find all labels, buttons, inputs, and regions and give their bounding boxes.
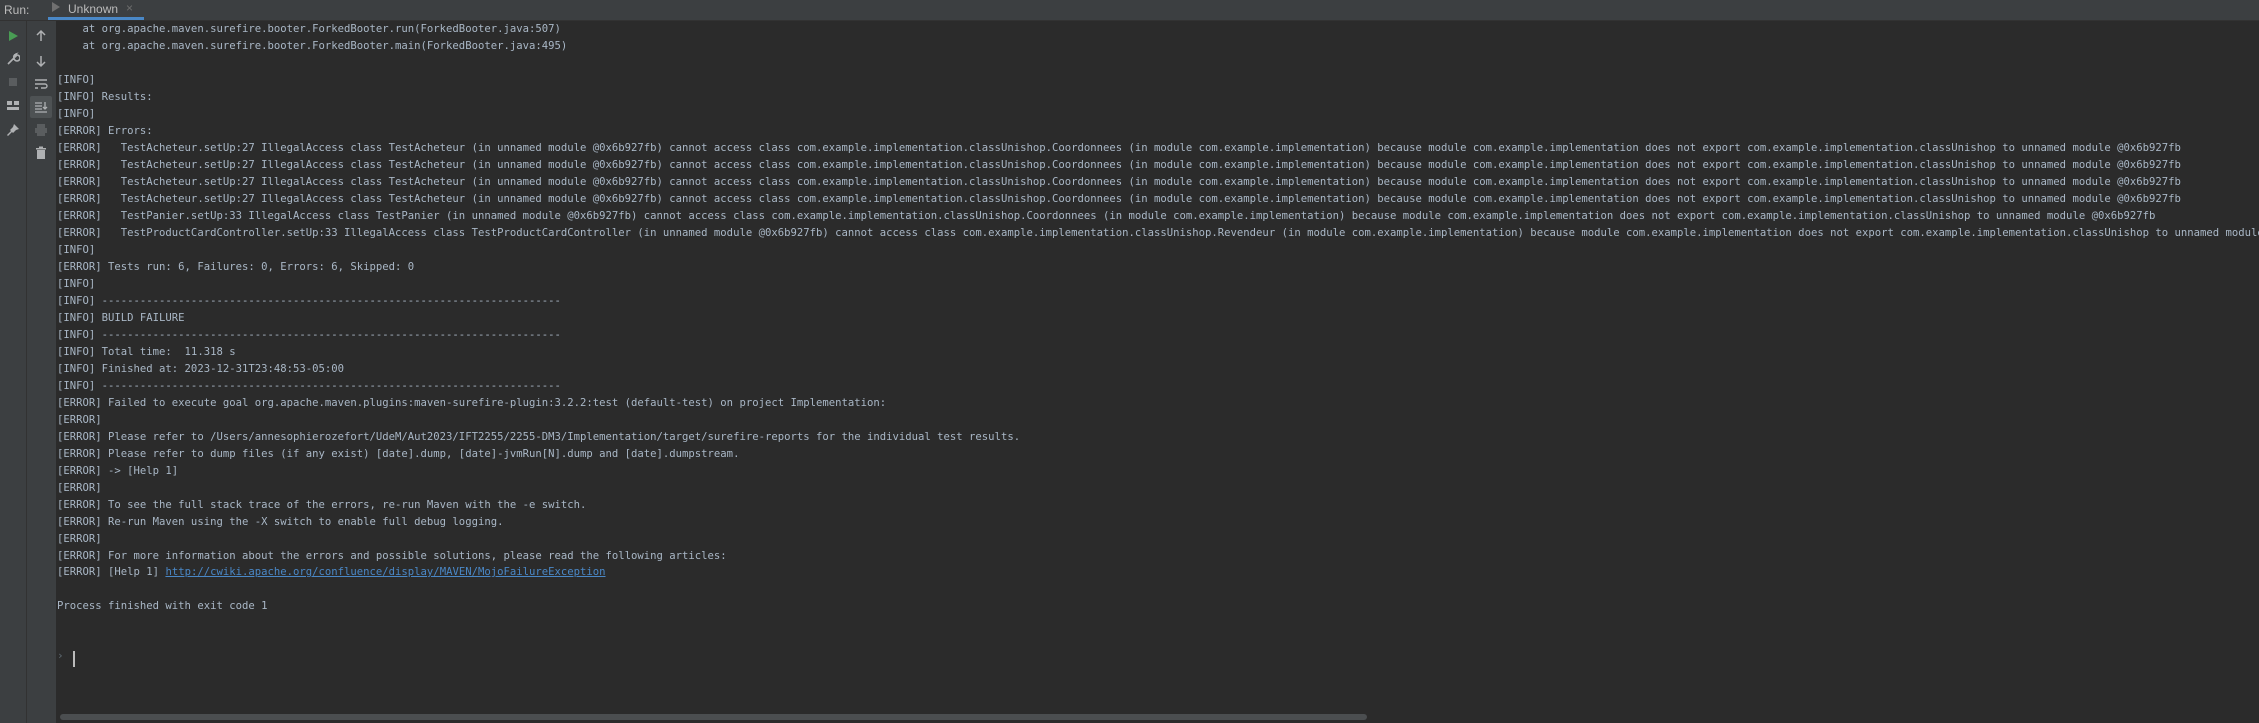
console-line: [ERROR] Failed to execute goal org.apach… [57,397,887,409]
stop-icon [9,78,17,86]
soft-wrap-icon [35,79,48,89]
console-line: [ERROR] Errors: [57,125,153,137]
console-line: [ERROR] To see the full stack trace of t… [57,499,587,511]
console-line: [INFO] [57,74,96,86]
restore-layout-button[interactable] [2,94,24,116]
pin-tab-button[interactable] [2,119,24,141]
layout-icon [7,101,19,110]
console-line: [INFO] Finished at: 2023-12-31T23:48:53-… [57,363,345,375]
run-toolbar-left [0,21,27,723]
rerun-icon [9,31,18,41]
tab-unknown[interactable]: Unknown × [48,0,144,20]
console-line: [ERROR] [57,533,102,545]
prompt-arrow-icon: › [57,649,64,662]
help-link[interactable]: http://cwiki.apache.org/confluence/displ… [165,566,605,578]
tab-label: Unknown [68,2,119,16]
arrow-up-icon [36,29,46,41]
console-line: [ERROR] TestAcheteur.setUp:27 IllegalAcc… [57,176,2181,188]
console-output[interactable]: at org.apache.maven.surefire.booter.Fork… [57,21,2259,711]
next-occurrence-button[interactable] [30,50,52,72]
console-line: [INFO] [57,278,96,290]
rerun-button[interactable] [2,25,24,47]
previous-occurrence-button[interactable] [30,25,52,47]
console-line: [INFO] [57,244,96,256]
settings-button[interactable] [2,48,24,70]
console-line: [INFO] ---------------------------------… [57,295,561,307]
console-line: [ERROR] TestProductCardController.setUp:… [57,227,2259,239]
console-line: [INFO] Total time: 11.318 s [57,346,236,358]
console-line: [ERROR] TestPanier.setUp:33 IllegalAcces… [57,210,2156,222]
print-icon [35,124,47,136]
close-icon[interactable]: × [126,1,133,15]
console-line: [INFO] ---------------------------------… [57,380,561,392]
help-line: [ERROR] [Help 1] http://cwiki.apache.org… [57,564,606,581]
console-line: [ERROR] [57,482,102,494]
stop-button[interactable] [2,71,24,93]
help-prefix: [ERROR] [Help 1] [57,566,166,578]
exit-message: Process finished with exit code 1 [57,600,268,612]
clear-icon [36,146,46,159]
arrow-down-icon [36,56,46,68]
console-line: [ERROR] TestAcheteur.setUp:27 IllegalAcc… [57,193,2181,205]
pin-icon [7,124,19,136]
console-toolbar [27,21,57,723]
soft-wrap-button[interactable] [30,73,52,95]
print-button[interactable] [30,119,52,141]
console-line: [ERROR] Re-run Maven using the -X switch… [57,516,504,528]
console-line: [INFO] ---------------------------------… [57,329,561,341]
text-caret[interactable] [73,651,75,667]
console-line: [ERROR] TestAcheteur.setUp:27 IllegalAcc… [57,159,2181,171]
run-label: Run: [4,3,30,17]
scroll-to-end-button[interactable] [30,96,52,118]
console-line: [ERROR] Please refer to dump files (if a… [57,448,740,460]
wrench-icon [7,52,20,65]
console-line: [ERROR] TestAcheteur.setUp:27 IllegalAcc… [57,142,2181,154]
console-line: [ERROR] Tests run: 6, Failures: 0, Error… [57,261,415,273]
console-line: [INFO] [57,108,96,120]
console-line: [ERROR] For more information about the e… [57,550,727,562]
horizontal-scrollbar-thumb[interactable] [60,714,1367,720]
console-line: at org.apache.maven.surefire.booter.Fork… [57,40,568,52]
console-line: [ERROR] Please refer to /Users/annesophi… [57,431,1021,443]
console-line: [ERROR] [57,414,102,426]
console-line: [ERROR] -> [Help 1] [57,465,179,477]
run-config-icon [52,2,60,12]
console-line: [INFO] BUILD FAILURE [57,312,185,324]
run-tool-window-header: Run: Unknown × [0,0,2259,21]
clear-all-button[interactable] [30,142,52,164]
console-line: [INFO] Results: [57,91,153,103]
scroll-to-end-icon [35,102,48,113]
console-line: at org.apache.maven.surefire.booter.Fork… [57,23,561,35]
